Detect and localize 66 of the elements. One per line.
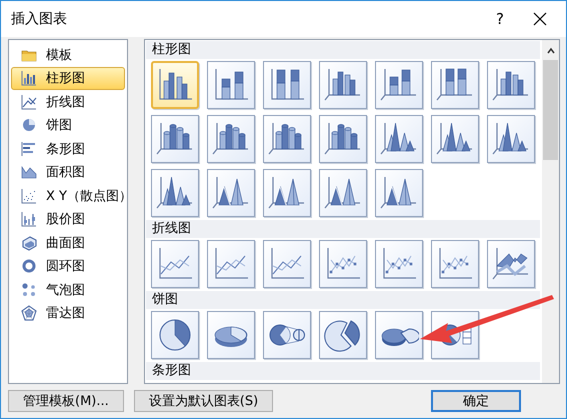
section-header: 柱形图 bbox=[146, 41, 540, 59]
chart-type-thumbnail[interactable] bbox=[151, 115, 199, 163]
chart-type-thumbnail[interactable] bbox=[263, 240, 311, 288]
column-chart-icon bbox=[21, 70, 37, 86]
scatter-chart-icon bbox=[21, 188, 37, 204]
chart-type-thumbnail[interactable] bbox=[319, 169, 367, 217]
chart-type-thumbnail[interactable] bbox=[319, 115, 367, 163]
section-header: 折线图 bbox=[146, 220, 540, 238]
chart-type-thumbnail[interactable] bbox=[487, 115, 535, 163]
dialog-button[interactable]: 管理模板(M)... bbox=[8, 390, 124, 412]
sidebar-item[interactable]: 柱形图 bbox=[11, 66, 125, 90]
section-header: 条形图 bbox=[146, 362, 540, 380]
chart-type-thumbnail[interactable] bbox=[207, 115, 255, 163]
sidebar-item[interactable]: 圆环图 bbox=[11, 254, 125, 278]
chart-type-thumbnail[interactable] bbox=[375, 169, 423, 217]
chart-type-thumbnail[interactable] bbox=[487, 61, 535, 109]
sidebar-item[interactable]: 条形图 bbox=[11, 137, 125, 160]
chart-type-thumbnail[interactable] bbox=[319, 240, 367, 288]
sidebar-item[interactable]: 折线图 bbox=[11, 90, 125, 114]
bar-chart-icon bbox=[21, 140, 37, 157]
sidebar-item[interactable]: 曲面图 bbox=[11, 231, 125, 254]
sidebar-item[interactable]: 模板 bbox=[11, 43, 125, 66]
window-title: 插入图表 bbox=[11, 10, 68, 28]
chart-type-thumbnail[interactable] bbox=[487, 240, 535, 288]
chart-type-thumbnail[interactable] bbox=[207, 240, 255, 288]
chart-type-thumbnail[interactable] bbox=[151, 311, 199, 359]
sidebar-item[interactable]: 雷达图 bbox=[11, 302, 125, 325]
pie-chart-icon bbox=[21, 117, 37, 134]
sidebar-item[interactable]: X Y（散点图） bbox=[11, 184, 125, 208]
area-chart-icon bbox=[21, 164, 37, 180]
scrollbar[interactable] bbox=[542, 40, 559, 383]
chart-type-thumbnail[interactable] bbox=[207, 311, 255, 359]
chart-type-thumbnail[interactable] bbox=[263, 61, 311, 109]
chart-type-thumbnail[interactable] bbox=[263, 311, 311, 359]
scroll-up-icon[interactable] bbox=[546, 46, 556, 56]
chart-type-thumbnail[interactable] bbox=[431, 115, 479, 163]
stock-chart-icon bbox=[21, 211, 37, 228]
dialog-button[interactable]: 确定 bbox=[431, 390, 522, 412]
chart-type-thumbnail[interactable] bbox=[319, 311, 367, 359]
doughnut-chart-icon bbox=[21, 258, 37, 274]
chart-type-thumbnail[interactable] bbox=[151, 240, 199, 288]
chart-type-thumbnail[interactable] bbox=[375, 115, 423, 163]
chart-type-thumbnail[interactable] bbox=[431, 61, 479, 109]
chart-type-thumbnail[interactable] bbox=[263, 169, 311, 217]
close-icon[interactable] bbox=[532, 11, 548, 27]
chart-type-thumbnail[interactable] bbox=[207, 61, 255, 109]
bubble-chart-icon bbox=[21, 282, 37, 298]
sidebar-item[interactable]: 气泡图 bbox=[11, 278, 125, 302]
sidebar-item[interactable]: 股价图 bbox=[11, 208, 125, 231]
chart-type-thumbnail[interactable] bbox=[263, 115, 311, 163]
chart-type-thumbnail[interactable] bbox=[207, 169, 255, 217]
section-header: 饼图 bbox=[146, 291, 540, 309]
chart-type-thumbnail[interactable] bbox=[151, 169, 199, 217]
line-chart-icon bbox=[21, 94, 37, 110]
chart-type-thumbnail[interactable] bbox=[375, 311, 423, 359]
chart-type-thumbnail[interactable] bbox=[319, 61, 367, 109]
dialog-button[interactable]: 设置为默认图表(S) bbox=[134, 390, 274, 412]
chart-type-thumbnail[interactable] bbox=[375, 240, 423, 288]
chart-type-thumbnail[interactable] bbox=[151, 61, 199, 109]
sidebar-item[interactable]: 面积图 bbox=[11, 160, 125, 184]
chart-type-thumbnail[interactable] bbox=[431, 240, 479, 288]
radar-chart-icon bbox=[21, 305, 37, 322]
chart-type-thumbnail[interactable] bbox=[375, 61, 423, 109]
sidebar-item[interactable]: 饼图 bbox=[11, 114, 125, 137]
help-button[interactable]: ? bbox=[480, 10, 520, 28]
scrollbar-thumb[interactable] bbox=[543, 60, 558, 160]
